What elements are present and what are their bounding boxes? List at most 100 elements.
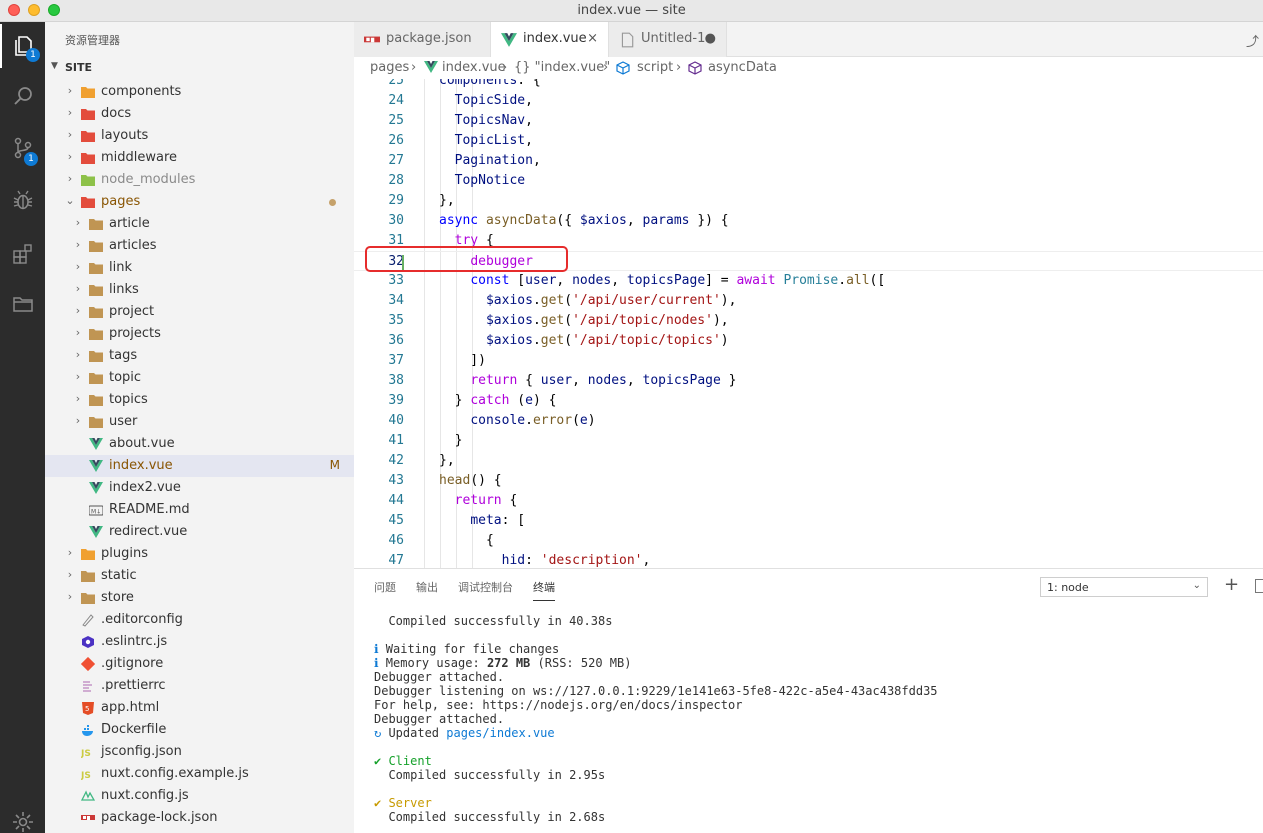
file-tree-item[interactable]: › plugins	[45, 543, 354, 565]
terminal-select[interactable]: 1: node ⌄	[1040, 577, 1208, 597]
chevron-right-icon[interactable]: ›	[65, 568, 75, 581]
tab-terminal[interactable]: 终端	[533, 579, 555, 601]
chevron-right-icon[interactable]: ›	[73, 392, 83, 405]
file-tree-item[interactable]: about.vue	[45, 433, 354, 455]
debug-activity-button[interactable]	[0, 179, 45, 223]
file-tree-item[interactable]: package.json	[45, 829, 354, 833]
file-tree-item[interactable]: › tags	[45, 345, 354, 367]
file-tree-item[interactable]: › article	[45, 213, 354, 235]
file-tree-item[interactable]: redirect.vue	[45, 521, 354, 543]
manage-activity-button[interactable]	[0, 800, 45, 833]
code-line[interactable]: 24 TopicSide,	[354, 91, 1263, 111]
code-line[interactable]: 26 TopicList,	[354, 131, 1263, 151]
file-tree-item[interactable]: › user	[45, 411, 354, 433]
chevron-right-icon[interactable]: ›	[65, 546, 75, 559]
breadcrumb-pages[interactable]: pages	[370, 60, 409, 75]
code-line[interactable]: 40 console.error(e)	[354, 411, 1263, 431]
breadcrumb-object[interactable]: {} "index.vue"	[514, 60, 610, 75]
file-tree-item[interactable]: .eslintrc.js	[45, 631, 354, 653]
file-tree-item[interactable]: package-lock.json	[45, 807, 354, 829]
code-line[interactable]: 29},	[354, 191, 1263, 211]
new-terminal-button[interactable]: +	[1224, 574, 1239, 595]
breadcrumb-file[interactable]: index.vue	[442, 60, 506, 75]
file-tree-item[interactable]: nuxt.config.js	[45, 785, 354, 807]
chevron-right-icon[interactable]: ›	[65, 172, 75, 185]
code-line[interactable]: 25 components: {	[354, 79, 1263, 91]
file-tree-item[interactable]: M↓ README.md	[45, 499, 354, 521]
source-control-activity-button[interactable]: 1	[0, 126, 45, 170]
file-tree-item[interactable]: › middleware	[45, 147, 354, 169]
file-tree-item[interactable]: › node_modules	[45, 169, 354, 191]
file-tree-item[interactable]: Dockerfile	[45, 719, 354, 741]
file-tree-item[interactable]: › store	[45, 587, 354, 609]
code-line[interactable]: 42},	[354, 451, 1263, 471]
file-tree-item[interactable]: › components	[45, 81, 354, 103]
code-line[interactable]: 25 TopicsNav,	[354, 111, 1263, 131]
explorer-activity-button[interactable]: 1	[0, 24, 45, 68]
tab-debug-console[interactable]: 调试控制台	[458, 579, 513, 595]
file-tree-item[interactable]: .editorconfig	[45, 609, 354, 631]
file-tree-item[interactable]: › project	[45, 301, 354, 323]
code-line[interactable]: 27 Pagination,	[354, 151, 1263, 171]
code-line[interactable]: 36 $axios.get('/api/topic/topics')	[354, 331, 1263, 351]
file-tree-item[interactable]: JS nuxt.config.example.js	[45, 763, 354, 785]
search-activity-button[interactable]	[0, 74, 45, 118]
editor-tab[interactable]: index.vue ×	[491, 22, 609, 58]
file-tree-item[interactable]: .gitignore	[45, 653, 354, 675]
code-line[interactable]: 41 }	[354, 431, 1263, 451]
editor-tab[interactable]: package.json	[354, 22, 491, 57]
extensions-activity-button[interactable]	[0, 232, 45, 276]
chevron-down-icon[interactable]: ⌄	[65, 194, 75, 207]
file-tree-item[interactable]: › topics	[45, 389, 354, 411]
more-actions-icon[interactable]: ⤴	[1246, 31, 1259, 50]
code-line[interactable]: 34 $axios.get('/api/user/current'),	[354, 291, 1263, 311]
code-line[interactable]: 37 ])	[354, 351, 1263, 371]
chevron-right-icon[interactable]: ›	[65, 84, 75, 97]
code-line[interactable]: 35 $axios.get('/api/topic/nodes'),	[354, 311, 1263, 331]
file-tree-item[interactable]: › static	[45, 565, 354, 587]
file-tree-item[interactable]: 5 app.html	[45, 697, 354, 719]
chevron-right-icon[interactable]: ›	[73, 216, 83, 229]
remote-explorer-activity-button[interactable]	[0, 282, 45, 326]
chevron-right-icon[interactable]: ›	[73, 260, 83, 273]
chevron-right-icon[interactable]: ›	[73, 238, 83, 251]
tab-output[interactable]: 输出	[416, 579, 438, 595]
code-line[interactable]: 43 head() {	[354, 471, 1263, 491]
editor-tab[interactable]: Untitled-1 ●	[609, 22, 727, 57]
code-line[interactable]: 46 {	[354, 531, 1263, 551]
code-line[interactable]: 28 TopNotice	[354, 171, 1263, 191]
code-editor[interactable]: 25 components: {24 TopicSide, 25 TopicsNav…	[354, 79, 1263, 568]
file-tree-item[interactable]: index2.vue	[45, 477, 354, 499]
code-line[interactable]: 45 meta: [	[354, 511, 1263, 531]
file-tree-item[interactable]: › articles	[45, 235, 354, 257]
chevron-right-icon[interactable]: ›	[73, 282, 83, 295]
breadcrumb-script[interactable]: script	[637, 60, 673, 75]
chevron-right-icon[interactable]: ›	[65, 590, 75, 603]
chevron-right-icon[interactable]: ›	[65, 128, 75, 141]
close-tab-icon[interactable]: ×	[587, 31, 598, 46]
chevron-right-icon[interactable]: ›	[73, 414, 83, 427]
file-tree-item[interactable]: › link	[45, 257, 354, 279]
workspace-section-header[interactable]: ▼ SITE	[45, 58, 354, 78]
chevron-right-icon[interactable]: ›	[73, 370, 83, 383]
chevron-right-icon[interactable]: ›	[73, 348, 83, 361]
chevron-right-icon[interactable]: ›	[73, 326, 83, 339]
breadcrumb-function[interactable]: asyncData	[708, 60, 777, 75]
file-tree-item[interactable]: .prettierrc	[45, 675, 354, 697]
chevron-right-icon[interactable]: ›	[65, 106, 75, 119]
split-terminal-icon[interactable]	[1255, 579, 1263, 593]
file-tree-item[interactable]: › layouts	[45, 125, 354, 147]
code-line[interactable]: 38 return { user, nodes, topicsPage }	[354, 371, 1263, 391]
code-line[interactable]: 39 } catch (e) {	[354, 391, 1263, 411]
file-tree-item[interactable]: › links	[45, 279, 354, 301]
file-tree-item[interactable]: › topic	[45, 367, 354, 389]
file-tree-item[interactable]: › docs	[45, 103, 354, 125]
file-tree-item[interactable]: › projects	[45, 323, 354, 345]
code-line[interactable]: 30 async asyncData({ $axios, params }) {	[354, 211, 1263, 231]
unsaved-dot-icon[interactable]: ●	[705, 31, 716, 46]
code-line[interactable]: 33 const [user, nodes, topicsPage] = awa…	[354, 271, 1263, 291]
tab-problems[interactable]: 问题	[374, 579, 396, 595]
file-tree-item[interactable]: index.vue M	[45, 455, 354, 477]
file-tree-item[interactable]: JS jsconfig.json	[45, 741, 354, 763]
code-line[interactable]: 47 hid: 'description',	[354, 551, 1263, 568]
